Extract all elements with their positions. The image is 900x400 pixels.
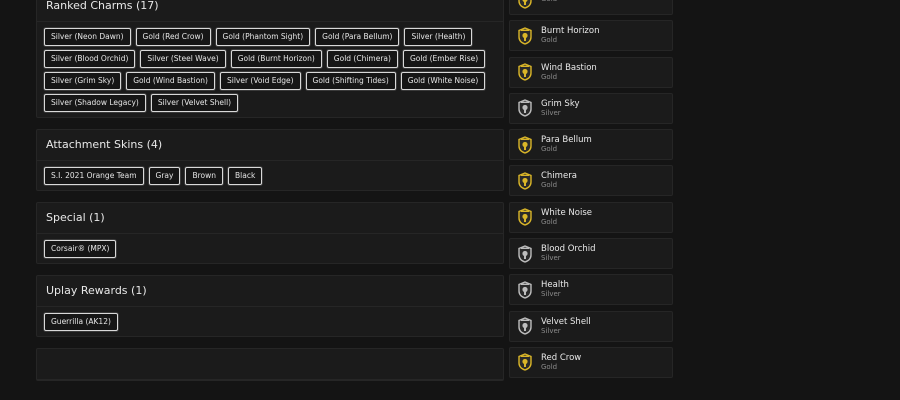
charm-card[interactable]: Gold [509,0,673,15]
charm-name: Health [541,280,569,291]
charm-tier: Silver [541,254,561,263]
charm-text: White Noise Gold [541,208,592,227]
charm-name: Velvet Shell [541,316,591,327]
item-chip[interactable]: Gold (White Noise) [400,72,486,90]
charm-name: Grim Sky [541,98,580,109]
item-chip[interactable]: Guerrilla (AK12) [44,313,118,331]
item-chip[interactable]: Gold (Wind Bastion) [126,72,215,90]
charm-name: Chimera [541,171,577,182]
charm-tier: Silver [541,290,561,299]
section-ranked-charms: Ranked Charms (17) Silver (Neon Dawn) Go… [36,0,504,118]
item-chip[interactable]: Brown [185,167,223,185]
silver-charm-icon [518,99,532,118]
gold-charm-icon [518,135,532,154]
charm-text: Health Silver [541,280,569,299]
section-title: Uplay Rewards (1) [37,276,503,307]
charm-card[interactable]: Blood Orchid Silver [509,238,673,270]
silver-charm-icon [518,244,532,263]
item-chip[interactable]: Silver (Blood Orchid) [44,50,136,68]
item-chip[interactable]: Gray [148,167,181,185]
charm-tier: Gold [541,181,558,190]
charm-name: Red Crow [541,352,582,363]
charm-card[interactable]: Grim Sky Silver [509,92,673,124]
item-chip[interactable]: Silver (Shadow Legacy) [44,94,146,112]
charm-text: Grim Sky Silver [541,99,579,118]
item-chip[interactable]: Silver (Steel Wave) [140,50,226,68]
charm-text: Blood Orchid Silver [541,244,596,263]
charm-card[interactable]: Para Bellum Gold [509,129,673,161]
item-chip[interactable]: Silver (Health) [404,28,473,46]
item-chip[interactable]: Gold (Chimera) [326,50,398,68]
item-chip[interactable]: Gold (Red Crow) [135,28,211,46]
charm-text: Wind Bastion Gold [541,63,597,82]
charm-tier: Silver [541,108,561,117]
charm-name: Wind Bastion [541,62,597,73]
item-chip[interactable]: Gold (Burnt Horizon) [230,50,322,68]
charm-text: Para Bellum Gold [541,135,592,154]
item-chip[interactable]: Silver (Neon Dawn) [44,28,131,46]
charm-tier: Gold [541,0,557,4]
chip-list: S.I. 2021 Orange Team Gray Brown Black [37,161,503,190]
section-uplay-rewards: Uplay Rewards (1) Guerrilla (AK12) [36,275,504,337]
item-chip[interactable]: Black [228,167,263,185]
charm-tier: Silver [541,326,561,335]
chip-list: Guerrilla (AK12) [37,307,503,336]
item-chip[interactable]: Silver (Void Edge) [219,72,301,90]
gold-charm-icon [518,63,532,81]
charm-name: White Noise [541,207,592,218]
item-chip[interactable]: Corsair® (MPX) [44,240,117,258]
charm-tier: Gold [541,36,558,45]
charm-card[interactable]: White Noise Gold [509,201,673,233]
charm-card[interactable]: Velvet Shell Silver [509,310,673,342]
charm-name: Burnt Horizon [541,26,600,37]
charm-text: Red Crow Gold [541,353,581,372]
charm-name: Para Bellum [541,135,592,146]
gold-charm-icon [518,0,532,9]
charm-text: Chimera Gold [541,171,577,190]
charm-card[interactable]: Wind Bastion Gold [509,56,673,88]
silver-charm-icon [518,317,532,335]
charm-text: Velvet Shell Silver [541,317,591,336]
section-attachment-skins: Attachment Skins (4) S.I. 2021 Orange Te… [36,129,504,191]
section-special: Special (1) Corsair® (MPX) [36,202,504,264]
silver-charm-icon [518,281,532,299]
gold-charm-icon [518,172,532,190]
charm-text: Burnt Horizon Gold [541,26,599,45]
charm-card[interactable]: Burnt Horizon Gold [509,20,673,52]
item-chip[interactable]: Silver (Grim Sky) [44,72,122,90]
chip-list: Corsair® (MPX) [37,234,503,263]
collection-sections: Ranked Charms (17) Silver (Neon Dawn) Go… [36,0,504,392]
charm-card[interactable]: Red Crow Gold [509,346,673,378]
charm-list: GoldBurnt HorizonGoldWind BastionGoldGri… [509,0,673,383]
charm-text: Gold [541,0,557,4]
section-partial [36,348,504,381]
gold-charm-icon [518,208,532,227]
charm-name: Blood Orchid [541,244,596,255]
charm-card[interactable]: Health Silver [509,274,673,306]
chip-list: Silver (Neon Dawn) Gold (Red Crow) Gold … [37,22,503,117]
section-title: Ranked Charms (17) [37,0,503,22]
item-chip[interactable]: S.I. 2021 Orange Team [44,167,144,185]
section-title [37,349,503,380]
item-chip[interactable]: Gold (Para Bellum) [315,28,400,46]
item-chip[interactable]: Gold (Ember Rise) [402,50,486,68]
charm-tier: Gold [541,72,558,81]
charm-card[interactable]: Chimera Gold [509,165,673,197]
charm-tier: Gold [541,217,558,226]
charm-tier: Gold [541,362,558,371]
item-chip[interactable]: Gold (Phantom Sight) [215,28,311,46]
gold-charm-icon [518,353,532,372]
gold-charm-icon [518,27,532,45]
section-title: Attachment Skins (4) [37,130,503,161]
section-title: Special (1) [37,203,503,234]
charm-tier: Gold [541,145,558,154]
item-chip[interactable]: Gold (Shifting Tides) [305,72,396,90]
item-chip[interactable]: Silver (Velvet Shell) [150,94,239,112]
